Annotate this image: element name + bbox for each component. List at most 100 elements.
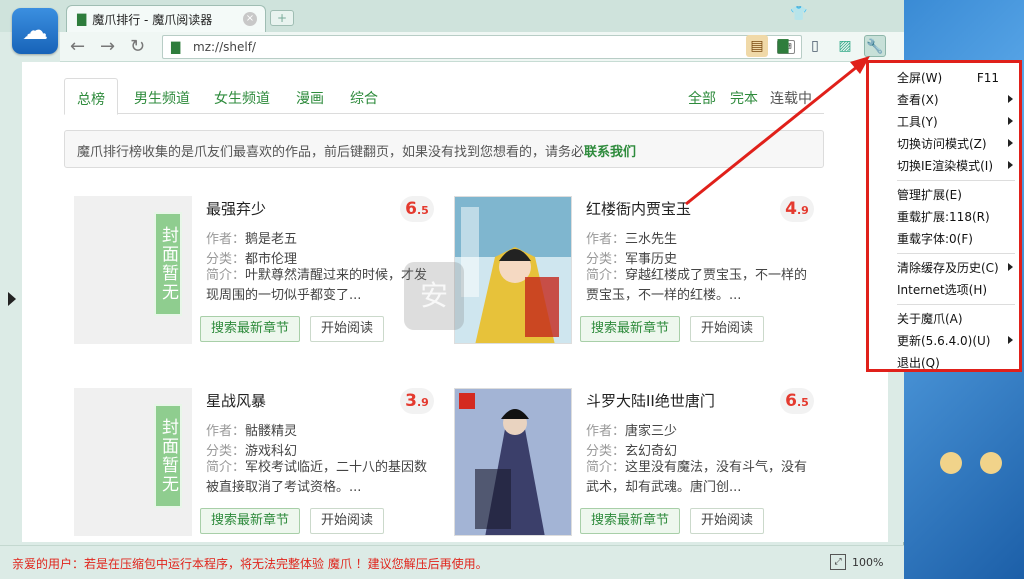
- menu-item[interactable]: 管理扩展(E): [869, 184, 1019, 206]
- book-category: 分类：军事历史: [586, 252, 678, 267]
- search-latest-button[interactable]: 搜索最新章节: [200, 508, 301, 534]
- browser-tab[interactable]: ▇ 魔爪排行 - 魔爪阅读器 ×: [66, 5, 266, 32]
- address-bar[interactable]: ▇ mz://shelf/ ⌨: [162, 35, 802, 59]
- book-title[interactable]: 红楼衙内贾宝玉: [586, 198, 691, 219]
- book-cover-image[interactable]: [454, 388, 572, 536]
- book-intro: 简介：军校考试临近，二十八的基因数被直接取消了考试资格。...: [206, 460, 428, 495]
- book-cover-placeholder: 封面暂无: [74, 196, 192, 344]
- tab-male[interactable]: 男生频道: [134, 88, 190, 108]
- ranking-icon[interactable]: ▇: [772, 35, 794, 57]
- menu-item-label: 工具(Y): [897, 115, 938, 129]
- book-author: 作者：骷髅精灵: [206, 424, 298, 439]
- start-reading-button[interactable]: 开始阅读: [690, 316, 765, 342]
- back-icon[interactable]: ←: [70, 36, 85, 57]
- contact-us-link[interactable]: 联系我们: [584, 145, 636, 160]
- search-latest-button[interactable]: 搜索最新章节: [200, 316, 301, 342]
- watermark-logo: 安: [404, 262, 464, 330]
- menu-item[interactable]: Internet选项(H): [869, 279, 1019, 301]
- desktop-tray-icon: [940, 452, 962, 474]
- book-card: 封面暂无 星战风暴 3.9 作者：骷髅精灵 分类：游戏科幻 简介：军校考试临近，…: [74, 388, 444, 538]
- menu-item[interactable]: 更新(5.6.4.0)(U): [869, 330, 1019, 352]
- title-bar: ▇ 魔爪排行 - 魔爪阅读器 × + 👕: [0, 0, 904, 32]
- app-logo: ☁: [12, 8, 58, 54]
- menu-item[interactable]: 关于魔爪(A): [869, 308, 1019, 330]
- filter-ongoing[interactable]: 连载中: [770, 88, 812, 108]
- expand-left-icon[interactable]: [8, 292, 16, 306]
- menu-item-label: 管理扩展(E): [897, 188, 962, 202]
- menu-item[interactable]: 重载字体:0(F): [869, 228, 1019, 250]
- filter-all[interactable]: 全部: [688, 88, 716, 108]
- zoom-level[interactable]: 100%: [852, 556, 883, 569]
- menu-item-shortcut: F11: [976, 71, 999, 85]
- tab-female[interactable]: 女生频道: [214, 88, 270, 108]
- cover-art: [455, 389, 571, 535]
- chart-icon: ▇: [171, 40, 181, 54]
- menu-item[interactable]: 清除缓存及历史(C): [869, 257, 1019, 279]
- tab-overall[interactable]: 总榜: [64, 78, 118, 115]
- new-tab-button[interactable]: +: [270, 10, 294, 26]
- menu-item[interactable]: 工具(Y): [869, 111, 1019, 133]
- submenu-arrow-icon: [1008, 117, 1013, 125]
- book-card: 封面暂无 最强弃少 6.5 作者：鹅是老五 分类：都市伦理 简介：叶默尊然清醒过…: [74, 196, 444, 346]
- menu-separator: [897, 180, 1015, 181]
- menu-item-label: Internet选项(H): [897, 283, 988, 297]
- tab-comic[interactable]: 漫画: [296, 88, 324, 108]
- book-author: 作者：鹅是老五: [206, 232, 298, 247]
- notice-box: 魔爪排行榜收集的是爪友们最喜欢的作品，前后键翻页，如果没有找到您想看的，请务必联…: [64, 130, 824, 168]
- tab-general[interactable]: 综合: [350, 88, 378, 108]
- book-score: 3.9: [400, 388, 434, 414]
- address-url: mz://shelf/: [193, 40, 256, 54]
- book-score: 4.9: [780, 196, 814, 222]
- menu-item[interactable]: 查看(X): [869, 89, 1019, 111]
- no-cover-label: 封面暂无: [154, 212, 182, 316]
- status-bar: 亲爱的用户：若是在压缩包中运行本程序，将无法完整体验 魔爪 ！建议您解压后再使用…: [0, 545, 904, 579]
- forward-icon[interactable]: →: [100, 36, 115, 57]
- book-title[interactable]: 斗罗大陆II绝世唐门: [586, 390, 715, 411]
- book-author: 作者：三水先生: [586, 232, 678, 247]
- book-score: 6.5: [400, 196, 434, 222]
- status-message: 亲爱的用户：若是在压缩包中运行本程序，将无法完整体验 魔爪 ！建议您解压后再使用…: [12, 557, 488, 571]
- book-title[interactable]: 星战风暴: [206, 390, 266, 411]
- left-panel-toggle[interactable]: [0, 62, 22, 542]
- toolbar: ← → ↻ ▇ mz://shelf/ ⌨ ▤ ▇ ▯ ▨ 🔧: [60, 32, 904, 62]
- skin-icon[interactable]: 👕: [790, 6, 807, 22]
- book-title[interactable]: 最强弃少: [206, 198, 266, 219]
- menu-item-label: 关于魔爪(A): [897, 312, 963, 326]
- menu-item-label: 更新(5.6.4.0)(U): [897, 334, 991, 348]
- book-category: 分类：玄幻奇幻: [586, 444, 678, 459]
- menu-separator: [897, 304, 1015, 305]
- book-author: 作者：唐家三少: [586, 424, 678, 439]
- category-tabs: 总榜 男生频道 女生频道 漫画 综合 全部 完本 连载中: [64, 78, 824, 115]
- book-card: 红楼衙内贾宝玉 4.9 作者：三水先生 分类：军事历史 简介：穿越红楼成了贾宝玉…: [454, 196, 824, 346]
- filter-completed[interactable]: 完本: [730, 88, 758, 108]
- start-reading-button[interactable]: 开始阅读: [690, 508, 765, 534]
- wrench-dropdown-menu: 全屏(W) F11 查看(X) 工具(Y) 切换访问模式(Z) 切换IE渲染模式(I) 管理…: [866, 60, 1022, 372]
- tab-title: 魔爪排行 - 魔爪阅读器: [92, 12, 213, 27]
- menu-item-label: 重载扩展:118(R): [897, 210, 990, 224]
- start-reading-button[interactable]: 开始阅读: [310, 316, 385, 342]
- wrench-icon[interactable]: 🔧: [864, 35, 886, 57]
- notice-text: 魔爪排行榜收集的是爪友们最喜欢的作品，前后键翻页，如果没有找到您想看的，请务必: [77, 145, 585, 160]
- document-icon[interactable]: ▯: [804, 35, 826, 57]
- close-tab-icon[interactable]: ×: [243, 12, 257, 26]
- cover-art: [455, 197, 571, 343]
- book-intro: 简介：这里没有魔法，没有斗气，没有武术，却有武魂。唐门创...: [586, 460, 808, 495]
- menu-item[interactable]: 退出(Q): [869, 352, 1019, 374]
- menu-item[interactable]: 切换IE渲染模式(I): [869, 155, 1019, 177]
- menu-item[interactable]: 重载扩展:118(R): [869, 206, 1019, 228]
- image-icon[interactable]: ▨: [834, 35, 856, 57]
- book-intro: 简介：穿越红楼成了贾宝玉，不一样的贾宝玉，不一样的红楼。...: [586, 268, 808, 303]
- book-category: 分类：都市伦理: [206, 252, 298, 267]
- submenu-arrow-icon: [1008, 95, 1013, 103]
- search-latest-button[interactable]: 搜索最新章节: [580, 508, 681, 534]
- search-latest-button[interactable]: 搜索最新章节: [580, 316, 681, 342]
- main-content: 总榜 男生频道 女生频道 漫画 综合 全部 完本 连载中 魔爪排行榜收集的是爪友…: [22, 62, 888, 542]
- menu-item[interactable]: 切换访问模式(Z): [869, 133, 1019, 155]
- book-cover-image[interactable]: [454, 196, 572, 344]
- reload-icon[interactable]: ↻: [130, 36, 145, 57]
- bookshelf-icon[interactable]: ▤: [746, 35, 768, 57]
- start-reading-button[interactable]: 开始阅读: [310, 508, 385, 534]
- submenu-arrow-icon: [1008, 161, 1013, 169]
- resize-icon[interactable]: ⤢: [830, 554, 846, 570]
- menu-item[interactable]: 全屏(W) F11: [869, 67, 1019, 89]
